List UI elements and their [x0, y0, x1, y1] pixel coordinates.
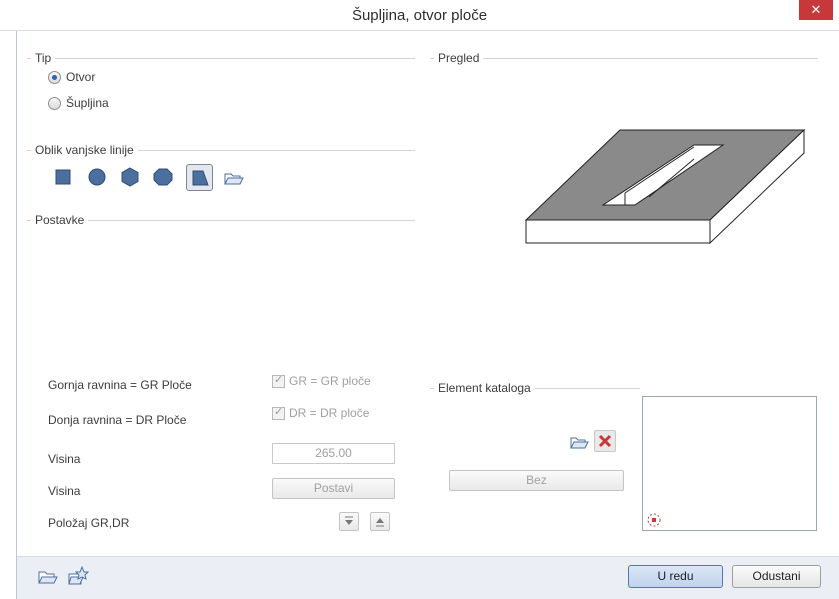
window-title: Šupljina, otvor ploče: [351, 7, 488, 24]
ok-button[interactable]: U redu: [628, 565, 723, 588]
save-favorite-icon[interactable]: [66, 564, 90, 588]
catalog-group: Element kataloga: [430, 381, 640, 538]
bottom-plane-label: Donja ravnina = DR Ploče: [48, 413, 187, 427]
position-label: Položaj GR,DR: [48, 516, 130, 530]
checkbox-icon: [272, 373, 285, 388]
top-plane-label: Gornja ravnina = GR Ploče: [48, 378, 192, 392]
polygon-icon[interactable]: [186, 164, 213, 191]
radio-dot: [48, 70, 61, 84]
bottom-plane-checkbox[interactable]: DR = DR ploče: [272, 405, 370, 420]
tip-group: Tip: [27, 51, 415, 130]
top-plane-checkbox[interactable]: GR = GR ploče: [272, 373, 371, 388]
title-bar: Šupljina, otvor ploče ✕: [0, 0, 839, 31]
none-button[interactable]: Bez: [449, 470, 624, 491]
outline-legend: Oblik vanjske linije: [31, 143, 138, 157]
set-button[interactable]: Postavi: [272, 478, 395, 499]
radio-label: Otvor: [66, 70, 96, 84]
octagon-icon[interactable]: [151, 165, 175, 189]
origin-point-icon: [647, 513, 661, 527]
height-input[interactable]: 265.00: [272, 443, 395, 464]
catalog-preview-box: [642, 396, 817, 531]
checkbox-label: GR = GR ploče: [289, 374, 371, 388]
open-favorite-icon[interactable]: [36, 565, 60, 587]
arrow-down-icon: [345, 516, 353, 525]
catalog-open-icon[interactable]: [568, 430, 590, 452]
settings-legend: Postavke: [31, 213, 89, 227]
move-up-button[interactable]: [370, 512, 390, 531]
catalog-legend: Element kataloga: [434, 381, 535, 395]
arrow-up-icon: [376, 518, 384, 527]
height2-label: Visina: [48, 484, 81, 498]
height-label: Visina: [48, 452, 81, 466]
move-down-button[interactable]: [339, 512, 359, 531]
radio-otvor[interactable]: Otvor: [48, 70, 95, 84]
open-from-file-icon[interactable]: [222, 165, 246, 189]
radio-supljina[interactable]: Šupljina: [48, 96, 109, 110]
cancel-button[interactable]: Odustani: [732, 565, 821, 588]
circle-icon[interactable]: [85, 165, 109, 189]
slab-opening-preview: [524, 128, 806, 245]
tip-legend: Tip: [31, 51, 56, 65]
radio-label: Šupljina: [66, 96, 109, 110]
rectangle-icon[interactable]: [51, 165, 75, 189]
hexagon-icon[interactable]: [118, 165, 142, 189]
radio-dot: [48, 96, 61, 110]
catalog-delete-icon[interactable]: [594, 430, 616, 452]
checkbox-label: DR = DR ploče: [289, 406, 370, 420]
preview-legend: Pregled: [434, 51, 484, 65]
close-button[interactable]: ✕: [799, 0, 833, 20]
checkbox-icon: [272, 405, 285, 420]
